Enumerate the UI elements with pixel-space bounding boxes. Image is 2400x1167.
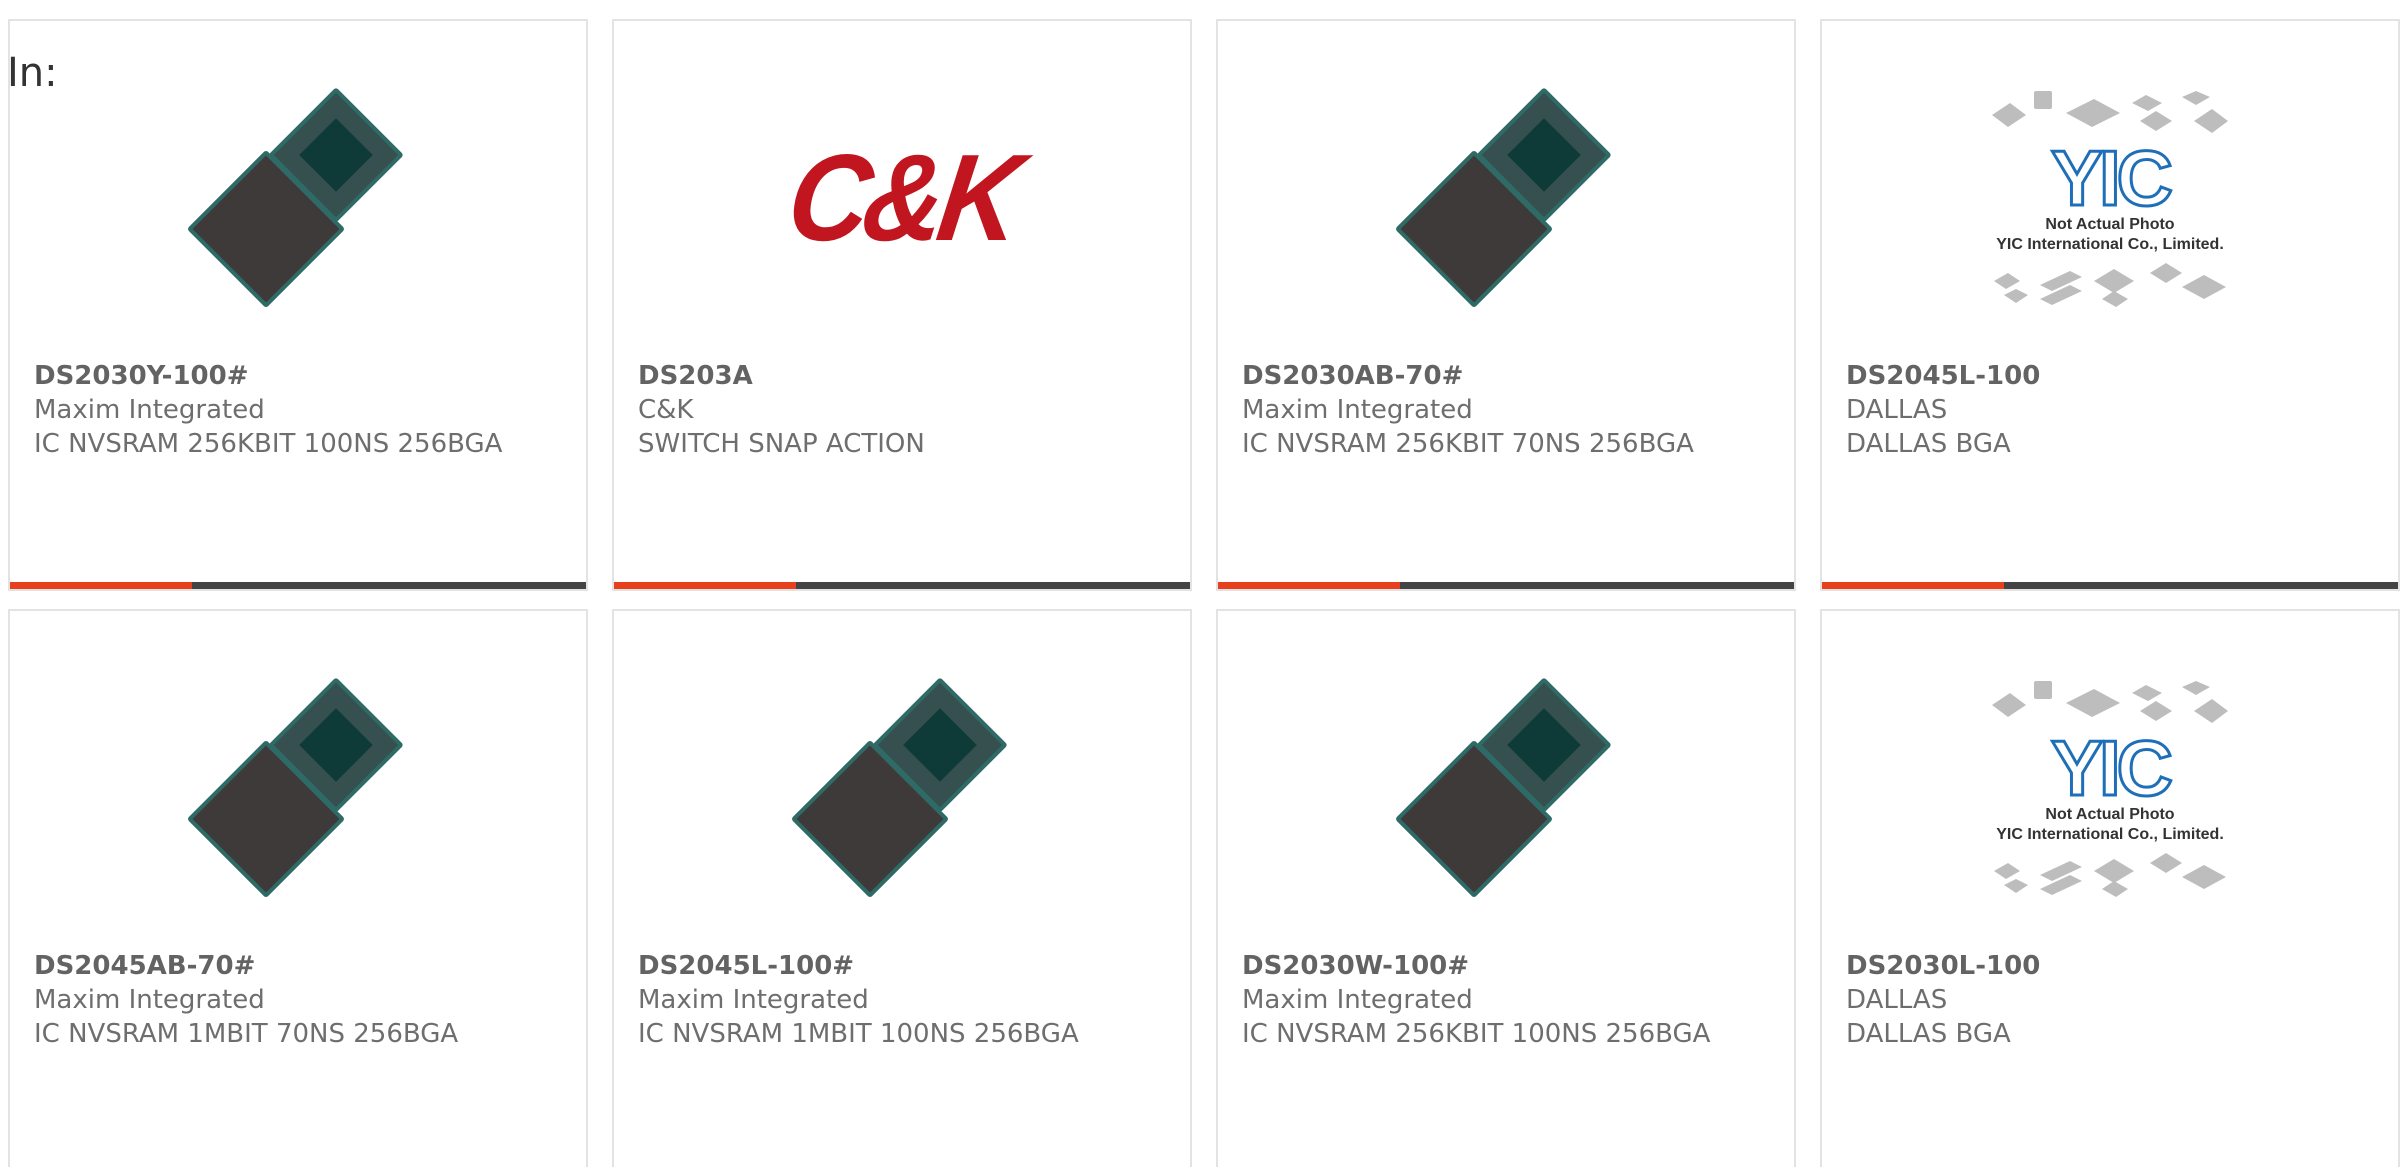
part-number[interactable]: DS2045AB-70# — [34, 949, 562, 983]
placeholder-line2: YIC International Co., Limited. — [1996, 826, 2224, 843]
product-image — [188, 677, 408, 897]
part-number[interactable]: DS2030Y-100# — [34, 359, 562, 393]
product-info: DS203A C&K SWITCH SNAP ACTION — [638, 359, 1166, 461]
placeholder-line1: Not Actual Photo — [2045, 216, 2174, 233]
card-bar-accent — [10, 582, 192, 589]
product-info: DS2030Y-100# Maxim Integrated IC NVSRAM … — [34, 359, 562, 461]
part-number[interactable]: DS2030L-100 — [1846, 949, 2374, 983]
manufacturer: Maxim Integrated — [34, 395, 265, 425]
ck-logo-text: C&K — [780, 128, 1024, 266]
product-card[interactable]: YIC Not Actual Photo YIC International C… — [1820, 19, 2400, 591]
description: IC NVSRAM 256KBIT 100NS 256BGA — [1242, 1019, 1711, 1049]
product-image: YIC Not Actual Photo YIC International C… — [1992, 87, 2228, 307]
description: IC NVSRAM 1MBIT 100NS 256BGA — [638, 1019, 1079, 1049]
bga-chip-icon — [1396, 87, 1616, 307]
description: DALLAS BGA — [1846, 429, 2011, 459]
manufacturer: Maxim Integrated — [1242, 395, 1473, 425]
manufacturer: C&K — [638, 395, 694, 425]
manufacturer: Maxim Integrated — [34, 985, 265, 1015]
product-grid: DS2030Y-100# Maxim Integrated IC NVSRAM … — [8, 19, 2400, 1167]
manufacturer: DALLAS — [1846, 985, 1948, 1015]
product-image: YIC Not Actual Photo YIC International C… — [1992, 677, 2228, 897]
card-bar-accent — [1822, 582, 2004, 589]
product-info: DS2030AB-70# Maxim Integrated IC NVSRAM … — [1242, 359, 1770, 461]
product-card[interactable]: DS2045AB-70# Maxim Integrated IC NVSRAM … — [8, 609, 588, 1167]
product-results-page: In: DS2030Y-100# Maxim Integrated IC NVS… — [0, 0, 2400, 1167]
yic-placeholder-icon: YIC Not Actual Photo YIC International C… — [1970, 77, 2250, 317]
product-image — [188, 87, 408, 307]
product-card[interactable]: DS2030Y-100# Maxim Integrated IC NVSRAM … — [8, 19, 588, 591]
product-card[interactable]: C&K DS203A C&K SWITCH SNAP ACTION — [612, 19, 1192, 591]
description: DALLAS BGA — [1846, 1019, 2011, 1049]
product-image — [1396, 677, 1616, 897]
card-bar — [1822, 582, 2398, 589]
card-bar — [10, 582, 586, 589]
card-bar-accent — [614, 582, 796, 589]
product-info: DS2030L-100 DALLAS DALLAS BGA — [1846, 949, 2374, 1051]
description: IC NVSRAM 256KBIT 100NS 256BGA — [34, 429, 503, 459]
product-info: DS2045L-100 DALLAS DALLAS BGA — [1846, 359, 2374, 461]
product-info: DS2045L-100# Maxim Integrated IC NVSRAM … — [638, 949, 1166, 1051]
part-number[interactable]: DS2030AB-70# — [1242, 359, 1770, 393]
product-card[interactable]: YIC Not Actual Photo YIC International C… — [1820, 609, 2400, 1167]
svg-text:YIC: YIC — [2051, 134, 2172, 222]
yic-placeholder-icon: YIC Not Actual Photo YIC International C… — [1970, 667, 2250, 907]
part-number[interactable]: DS2030W-100# — [1242, 949, 1770, 983]
product-card[interactable]: DS2030AB-70# Maxim Integrated IC NVSRAM … — [1216, 19, 1796, 591]
card-bar-accent — [1218, 582, 1400, 589]
placeholder-line1: Not Actual Photo — [2045, 806, 2174, 823]
part-number[interactable]: DS203A — [638, 359, 1166, 393]
product-image — [792, 677, 1012, 897]
product-card[interactable]: DS2030W-100# Maxim Integrated IC NVSRAM … — [1216, 609, 1796, 1167]
part-number[interactable]: DS2045L-100# — [638, 949, 1166, 983]
product-image: C&K — [780, 87, 1024, 307]
card-bar — [614, 582, 1190, 589]
manufacturer: DALLAS — [1846, 395, 1948, 425]
bga-chip-icon — [188, 87, 408, 307]
card-bar — [1218, 582, 1794, 589]
ck-logo-icon: C&K — [780, 126, 1025, 268]
description: IC NVSRAM 256KBIT 70NS 256BGA — [1242, 429, 1694, 459]
part-number[interactable]: DS2045L-100 — [1846, 359, 2374, 393]
bga-chip-icon — [1396, 677, 1616, 897]
product-image — [1396, 87, 1616, 307]
description: IC NVSRAM 1MBIT 70NS 256BGA — [34, 1019, 459, 1049]
bga-chip-icon — [792, 677, 1012, 897]
product-info: DS2030W-100# Maxim Integrated IC NVSRAM … — [1242, 949, 1770, 1051]
description: SWITCH SNAP ACTION — [638, 429, 925, 459]
placeholder-line2: YIC International Co., Limited. — [1996, 236, 2224, 253]
manufacturer: Maxim Integrated — [638, 985, 869, 1015]
bga-chip-icon — [188, 677, 408, 897]
manufacturer: Maxim Integrated — [1242, 985, 1473, 1015]
product-card[interactable]: DS2045L-100# Maxim Integrated IC NVSRAM … — [612, 609, 1192, 1167]
svg-text:YIC: YIC — [2051, 724, 2172, 812]
product-info: DS2045AB-70# Maxim Integrated IC NVSRAM … — [34, 949, 562, 1051]
in-label: In: — [7, 50, 58, 96]
